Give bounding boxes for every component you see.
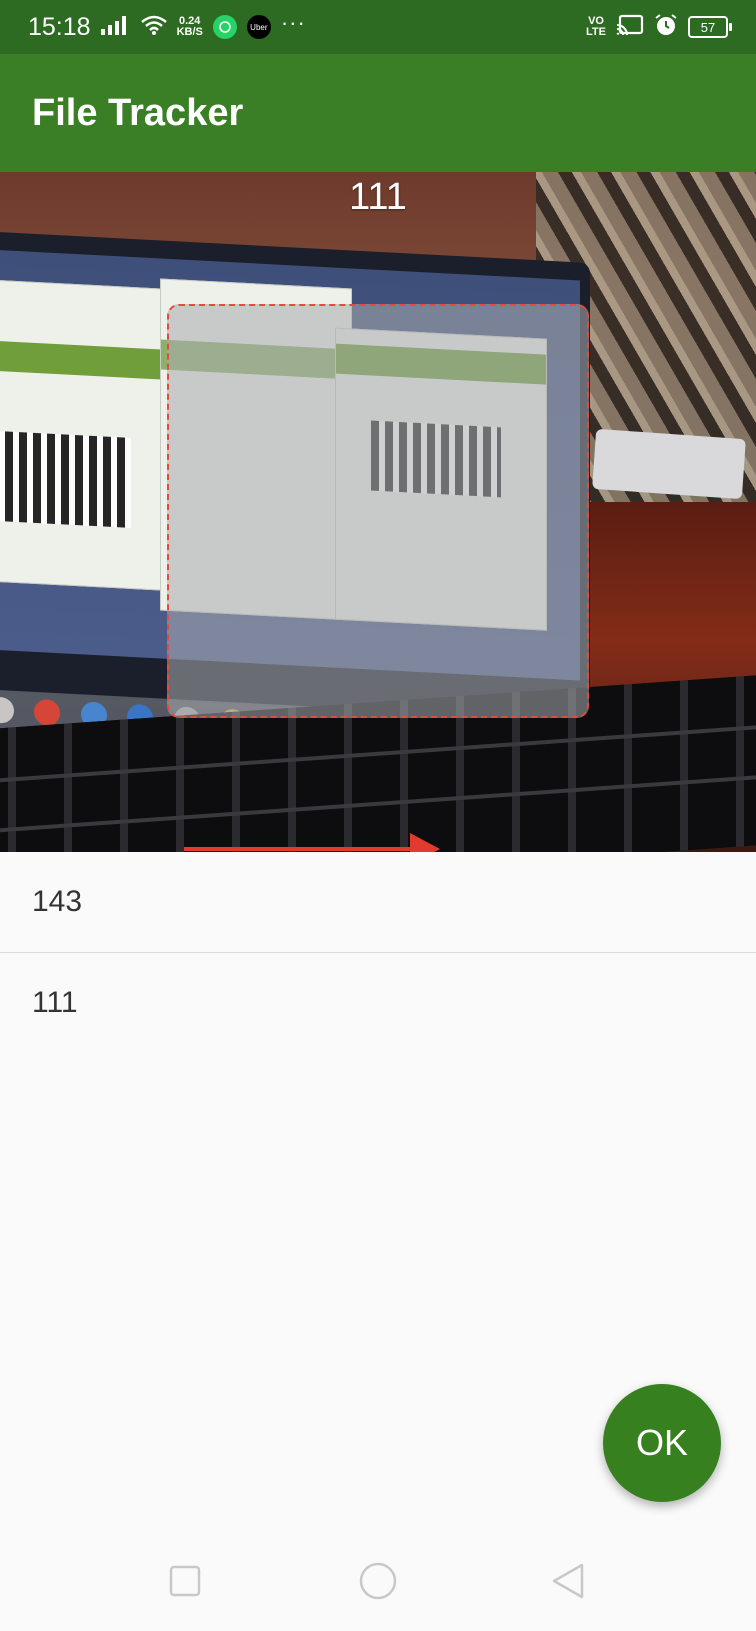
cast-icon	[616, 14, 644, 41]
wifi-icon	[140, 15, 167, 40]
scan-frame	[167, 304, 589, 718]
camera-preview[interactable]: 111	[0, 172, 756, 852]
app-title: File Tracker	[32, 92, 244, 134]
app-bar: File Tracker	[0, 54, 756, 172]
network-speed: 0.24 KB/S	[177, 16, 203, 38]
browser-window-left	[0, 279, 182, 592]
alarm-icon	[654, 13, 678, 42]
dock-app-icon	[0, 696, 14, 724]
battery-icon: 57	[688, 16, 732, 38]
status-bar: 15:18 0.24 KB/S Uber ··· VO LTE 57	[0, 0, 756, 54]
circle-icon	[358, 1561, 398, 1606]
list-item[interactable]: 111	[0, 953, 756, 1053]
back-button[interactable]	[543, 1536, 593, 1631]
detected-code-label: 111	[349, 176, 407, 218]
list-item[interactable]: 143	[0, 852, 756, 953]
browser-window-header	[0, 340, 181, 381]
status-bar-right: VO LTE 57	[586, 0, 732, 54]
status-bar-left: 15:18 0.24 KB/S Uber ···	[28, 0, 306, 54]
signal-icon	[100, 15, 131, 40]
navigation-bar	[0, 1536, 756, 1631]
background-device	[592, 428, 746, 500]
whatsapp-icon	[212, 15, 237, 39]
battery-level: 57	[700, 19, 716, 35]
back-triangle-icon	[551, 1562, 585, 1605]
scanned-codes-list: 143 111	[0, 852, 756, 1053]
qr-code-left	[0, 430, 131, 528]
uber-icon: Uber	[246, 15, 271, 39]
volte-bottom: LTE	[586, 26, 606, 38]
scan-direction-arrow	[184, 833, 440, 852]
uber-label: Uber	[250, 22, 268, 32]
square-icon	[169, 1565, 201, 1602]
volte-indicator: VO LTE	[586, 16, 606, 38]
network-speed-unit: KB/S	[176, 26, 203, 38]
more-notifications-icon: ···	[280, 10, 306, 35]
ok-button[interactable]: OK	[603, 1384, 721, 1502]
home-button[interactable]	[353, 1536, 403, 1631]
status-time: 15:18	[28, 12, 91, 41]
dock-app-icon	[34, 698, 61, 727]
recents-button[interactable]	[160, 1536, 210, 1631]
